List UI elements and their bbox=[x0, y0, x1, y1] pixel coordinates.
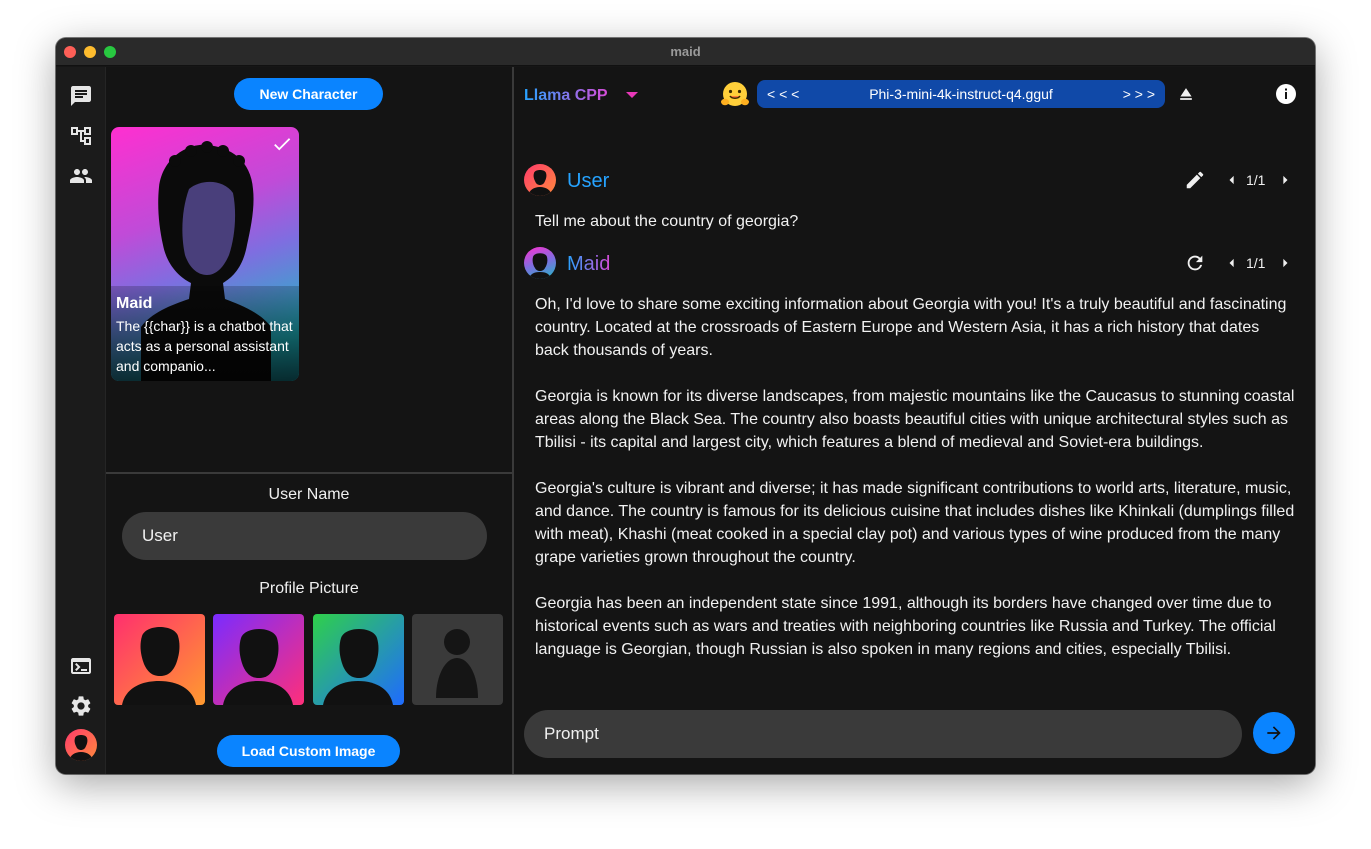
model-name[interactable]: Phi-3-mini-4k-instruct-q4.gguf bbox=[869, 86, 1053, 102]
next-variant-icon[interactable] bbox=[1275, 170, 1295, 190]
maid-message-tools: 1/1 bbox=[1184, 251, 1295, 275]
previous-model-button[interactable]: < < < bbox=[767, 86, 799, 102]
maid-message-sender: Maid bbox=[567, 253, 611, 275]
maid-message-avatar bbox=[524, 247, 556, 279]
app-window: maid New Character Maid The {{char}} is … bbox=[56, 38, 1315, 774]
selected-check-icon bbox=[274, 138, 291, 151]
profile-option-default[interactable] bbox=[412, 614, 503, 705]
user-name-field[interactable]: User bbox=[122, 512, 487, 560]
user-message-text: Tell me about the country of georgia? bbox=[535, 213, 799, 230]
maid-paragraph: Georgia is known for its diverse landsca… bbox=[535, 388, 1295, 451]
character-name: Maid bbox=[116, 295, 153, 312]
user-message-avatar bbox=[524, 164, 556, 196]
window-controls bbox=[64, 46, 116, 58]
model-selector: < < < Phi-3-mini-4k-instruct-q4.gguf > >… bbox=[757, 80, 1165, 108]
profile-option-3[interactable] bbox=[313, 614, 404, 705]
section-divider bbox=[106, 472, 512, 474]
character-description: The {{char}} is a chatbot that acts as a… bbox=[116, 318, 293, 374]
profile-picture-label: Profile Picture bbox=[259, 580, 359, 597]
eject-icon[interactable] bbox=[1176, 84, 1196, 104]
load-custom-image-button[interactable]: Load Custom Image bbox=[217, 735, 400, 767]
window-title: maid bbox=[670, 44, 701, 59]
user-name-label: User Name bbox=[268, 486, 350, 503]
maid-paragraph: Oh, I'd love to share some exciting info… bbox=[535, 296, 1287, 359]
people-icon[interactable] bbox=[69, 164, 93, 188]
title-bar: maid bbox=[56, 38, 1315, 66]
user-message-tools: 1/1 bbox=[1184, 168, 1295, 192]
navigation-rail bbox=[56, 67, 106, 774]
info-icon[interactable] bbox=[1274, 82, 1298, 106]
edit-icon[interactable] bbox=[1184, 169, 1206, 191]
user-avatar[interactable] bbox=[65, 729, 97, 761]
api-type-selector[interactable]: Llama CPP bbox=[524, 87, 608, 105]
terminal-icon[interactable] bbox=[69, 654, 93, 678]
next-model-button[interactable]: > > > bbox=[1123, 86, 1155, 102]
profile-option-2[interactable] bbox=[213, 614, 304, 705]
hugging-face-icon[interactable] bbox=[720, 80, 750, 110]
maid-paragraph: Georgia has been an independent state si… bbox=[535, 595, 1276, 658]
previous-variant-icon[interactable] bbox=[1222, 253, 1242, 273]
close-window-button[interactable] bbox=[64, 46, 76, 58]
send-button[interactable] bbox=[1253, 712, 1295, 754]
previous-variant-icon[interactable] bbox=[1222, 170, 1242, 190]
chat-panel: Llama CPP < < < Phi-3-mini-4k-instruct-q… bbox=[514, 67, 1315, 774]
model-tree-icon[interactable] bbox=[69, 124, 93, 148]
variant-counter: 1/1 bbox=[1246, 172, 1266, 188]
new-character-button[interactable]: New Character bbox=[234, 78, 383, 110]
user-message-sender: User bbox=[567, 170, 610, 192]
chevron-down-icon[interactable] bbox=[626, 92, 638, 98]
prompt-input[interactable]: Prompt bbox=[524, 710, 1242, 758]
next-variant-icon[interactable] bbox=[1275, 253, 1295, 273]
character-card[interactable]: Maid The {{char}} is a chatbot that acts… bbox=[111, 127, 299, 381]
regenerate-icon[interactable] bbox=[1184, 252, 1206, 274]
gear-icon[interactable] bbox=[69, 694, 93, 718]
maid-message-text: Oh, I'd love to share some exciting info… bbox=[535, 293, 1295, 684]
variant-counter: 1/1 bbox=[1246, 255, 1266, 271]
maid-paragraph: Georgia's culture is vibrant and diverse… bbox=[535, 480, 1295, 566]
maximize-window-button[interactable] bbox=[104, 46, 116, 58]
arrow-right-icon bbox=[1267, 726, 1281, 740]
chat-icon[interactable] bbox=[69, 84, 93, 108]
minimize-window-button[interactable] bbox=[84, 46, 96, 58]
profile-option-1[interactable] bbox=[114, 614, 205, 705]
